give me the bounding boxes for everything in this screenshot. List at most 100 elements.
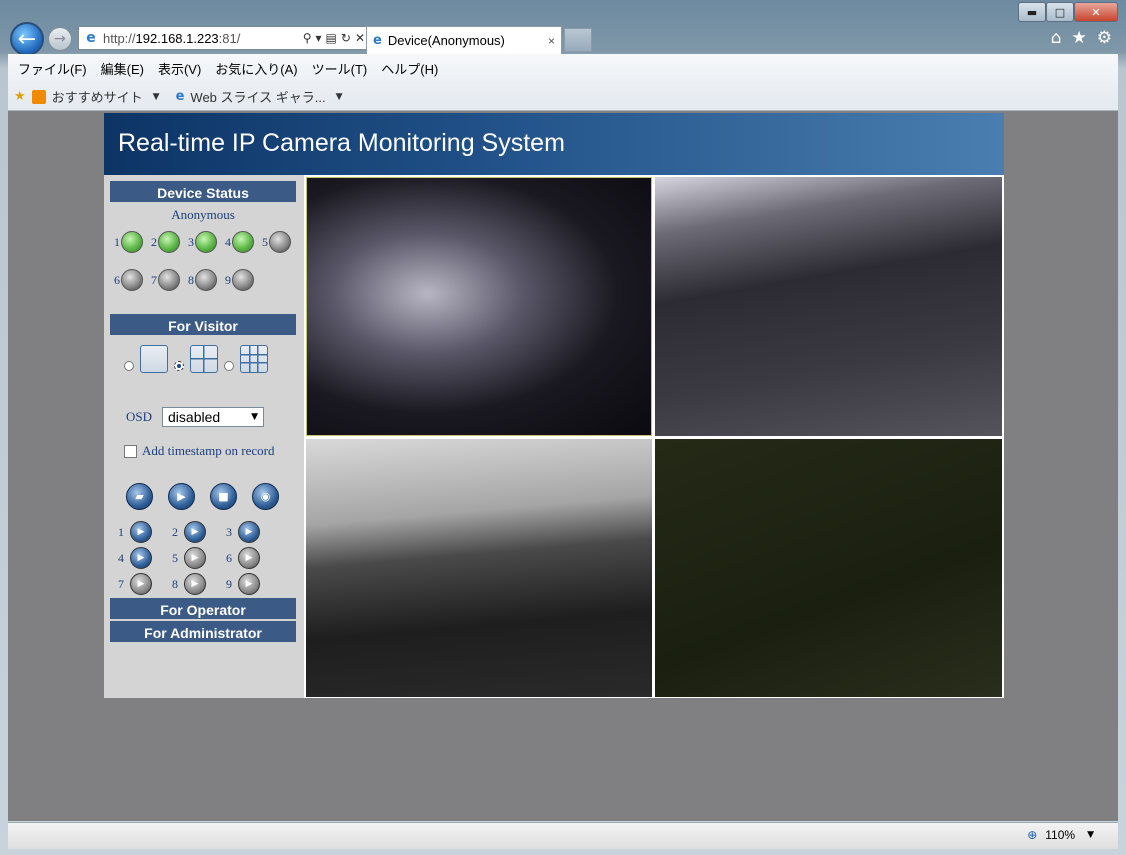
channel-led: 4 [225,231,260,253]
record-channel: 4 ▶ [118,547,172,569]
dropdown-arrow-icon[interactable]: ▼ [153,92,160,102]
camera-feed-4[interactable] [655,439,1002,697]
settings-gear-icon[interactable]: ⚙ [1097,28,1112,48]
record-channel: 9 ▶ [226,573,280,595]
address-port: :81/ [218,30,241,46]
open-folder-icon[interactable]: ▰ [126,483,153,510]
menu-tools[interactable]: ツール(T) [312,58,368,79]
menu-view[interactable]: 表示(V) [158,58,201,79]
menu-bar: ファイル(F) 編集(E) 表示(V) お気に入り(A) ツール(T) ヘルプ(… [8,54,1118,83]
address-host: 192.168.1.223 [135,30,219,46]
camera-feed-3[interactable] [306,439,652,697]
close-window-button[interactable]: ✕ [1074,2,1118,22]
layout-nine-radio[interactable] [224,361,234,371]
address-bar[interactable]: e http:// 192.168.1.223 :81/ ⚲ ▾ ▤ ↻ ✕ [78,26,370,50]
administrator-header[interactable]: For Administrator [110,621,296,642]
stop-icon[interactable]: ✕ [355,31,365,45]
dropdown-arrow-icon[interactable]: ▼ [336,92,343,102]
timestamp-checkbox[interactable] [124,444,137,458]
record-channel: 2 ▶ [172,521,226,543]
status-bar: ⊕ 110% ▼ [8,822,1118,849]
record-channel: 5 ▶ [172,547,226,569]
menu-edit[interactable]: 編集(E) [101,58,144,79]
timestamp-label: Add timestamp on record [142,443,275,458]
record-camera-icon[interactable]: ▶ [184,547,206,569]
chevron-down-icon[interactable]: ▼ [1087,830,1094,840]
tab-title: Device(Anonymous) [387,33,505,48]
led-gray-icon [158,269,180,291]
minimize-button[interactable]: ▬ [1018,2,1046,22]
browser-right-icons: ⌂ ★ ⚙ [1051,28,1112,48]
record-camera-icon[interactable]: ▶ [130,573,152,595]
record-camera-icon[interactable]: ▶ [130,521,152,543]
back-button[interactable]: ← [10,22,44,56]
record-channel: 1 ▶ [118,521,172,543]
menu-help[interactable]: ヘルプ(H) [381,58,438,79]
device-name: Anonymous [171,207,235,222]
channel-led: 8 [188,269,223,291]
operator-header[interactable]: For Operator [110,598,296,619]
record-camera-icon[interactable]: ▶ [184,521,206,543]
tab-close-icon[interactable]: × [548,34,555,48]
camera-app: Real-time IP Camera Monitoring System De… [104,113,1004,698]
app-title: Real-time IP Camera Monitoring System [118,129,565,157]
playback-controls: ▰ ▶ ■ ◉ [126,483,279,510]
channel-led: 3 [188,231,223,253]
favorites-star-icon[interactable]: ★ [1072,28,1087,48]
menu-file[interactable]: ファイル(F) [18,58,87,79]
new-tab-button[interactable] [564,28,592,52]
record-camera-icon[interactable]: ▶ [238,573,260,595]
record-camera-icon[interactable]: ▶ [238,547,260,569]
channel-led: 9 [225,269,260,291]
stop-icon[interactable]: ■ [210,483,237,510]
led-gray-icon [195,269,217,291]
snapshot-camera-icon[interactable]: ◉ [252,483,279,510]
channel-led: 7 [151,269,186,291]
record-camera-icon[interactable]: ▶ [130,547,152,569]
record-camera-icon[interactable]: ▶ [184,573,206,595]
zoom-control[interactable]: ⊕ 110% ▼ [1027,828,1094,842]
home-icon[interactable]: ⌂ [1051,28,1062,48]
record-channels: 1 ▶ 2 ▶ 3 ▶ 4 ▶ 5 ▶ 6 ▶ 7 ▶ 8 ▶ 9 ▶ [118,521,280,595]
play-icon[interactable]: ▶ [168,483,195,510]
timestamp-row: Add timestamp on record [124,443,275,459]
forward-button[interactable]: → [48,27,72,51]
menu-and-favorites-bar: ファイル(F) 編集(E) 表示(V) お気に入り(A) ツール(T) ヘルプ(… [8,54,1118,111]
camera-feed-1[interactable] [306,177,652,436]
refresh-icon[interactable]: ↻ [341,31,351,45]
add-favorite-star-icon[interactable]: ★ [14,89,26,104]
record-channel: 8 ▶ [172,573,226,595]
zoom-level: 110% [1045,828,1076,842]
osd-select[interactable]: disabled ▼ [162,407,265,427]
channel-led: 6 [114,269,149,291]
search-icon[interactable]: ⚲ [303,31,312,45]
control-sidebar: Device Status Anonymous 1 2 3 4 5 6 7 8 … [104,175,302,698]
layout-quad-radio[interactable] [174,361,184,371]
window-controls: ▬ □ ✕ [1018,2,1118,22]
osd-label: OSD [126,409,153,424]
dropdown-arrow-icon[interactable]: ▾ [316,31,322,45]
led-gray-icon [121,269,143,291]
single-view-icon[interactable] [140,345,168,373]
osd-value: disabled [168,409,221,425]
camera-grid [304,175,1004,698]
favorites-web-slice-gallery[interactable]: Web スライス ギャラ... [190,87,325,106]
layout-single-radio[interactable] [124,361,134,371]
address-tools: ⚲ ▾ ▤ ↻ ✕ [303,31,369,45]
quad-view-icon[interactable] [190,345,218,373]
web-slice-icon: e [175,89,185,104]
led-green-icon [232,231,254,253]
led-green-icon [121,231,143,253]
channel-leds-row1: 1 2 3 4 5 [114,231,297,253]
record-camera-icon[interactable]: ▶ [238,521,260,543]
maximize-button[interactable]: □ [1046,2,1074,22]
camera-feed-2[interactable] [655,177,1002,436]
channel-led: 5 [262,231,297,253]
menu-favorites[interactable]: お気に入り(A) [215,58,297,79]
nine-view-icon[interactable] [240,345,268,373]
compat-view-icon[interactable]: ▤ [326,31,337,45]
tab-device[interactable]: e Device(Anonymous) × [366,26,562,54]
favorites-suggested-sites[interactable]: おすすめサイト [52,87,143,106]
layout-selector [124,345,268,373]
ie-page-icon: e [86,30,96,46]
